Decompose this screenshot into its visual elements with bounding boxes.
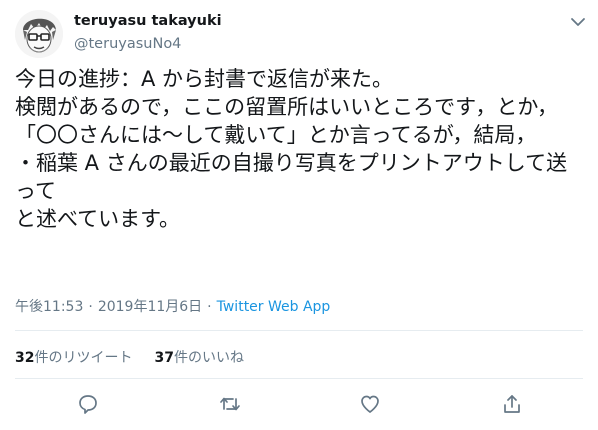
like-count: 37 (154, 350, 174, 366)
share-icon[interactable] (500, 392, 524, 416)
retweet-count: 32 (15, 350, 35, 366)
display-name[interactable]: teruyasu takayuki (74, 13, 222, 29)
user-handle[interactable]: @teruyasuNo4 (74, 36, 181, 52)
tweet-card: teruyasu takayuki @teruyasuNo4 今日の進捗：A か… (0, 0, 598, 430)
reply-icon[interactable] (76, 392, 100, 416)
divider (15, 378, 583, 379)
tweet-meta: 午後11:53 · 2019年11月6日 · Twitter Web App (15, 296, 330, 316)
tweet-stats: 32件のリツイート 37件のいいね (15, 347, 244, 367)
like-stat[interactable]: 37件のいいね (154, 350, 243, 366)
retweet-label: 件のリツイート (34, 350, 133, 366)
meta-separator: · (207, 299, 212, 315)
action-bar (0, 392, 598, 422)
heart-icon[interactable] (358, 392, 382, 416)
tweet-time[interactable]: 午後11:53 (15, 299, 83, 315)
avatar[interactable] (15, 10, 63, 58)
meta-separator: · (88, 299, 93, 315)
tweet-date[interactable]: 2019年11月6日 (98, 299, 202, 315)
tweet-source-link[interactable]: Twitter Web App (217, 299, 331, 315)
retweet-icon[interactable] (218, 392, 242, 416)
retweet-stat[interactable]: 32件のリツイート (15, 350, 132, 366)
divider (15, 330, 583, 331)
tweet-text: 今日の進捗：A から封書で返信が来た。 検閲があるので，ここの留置所はいいところ… (15, 67, 568, 231)
avatar-sketch-icon (15, 10, 63, 58)
like-label: 件のいいね (173, 350, 244, 366)
chevron-down-icon[interactable] (568, 12, 588, 32)
